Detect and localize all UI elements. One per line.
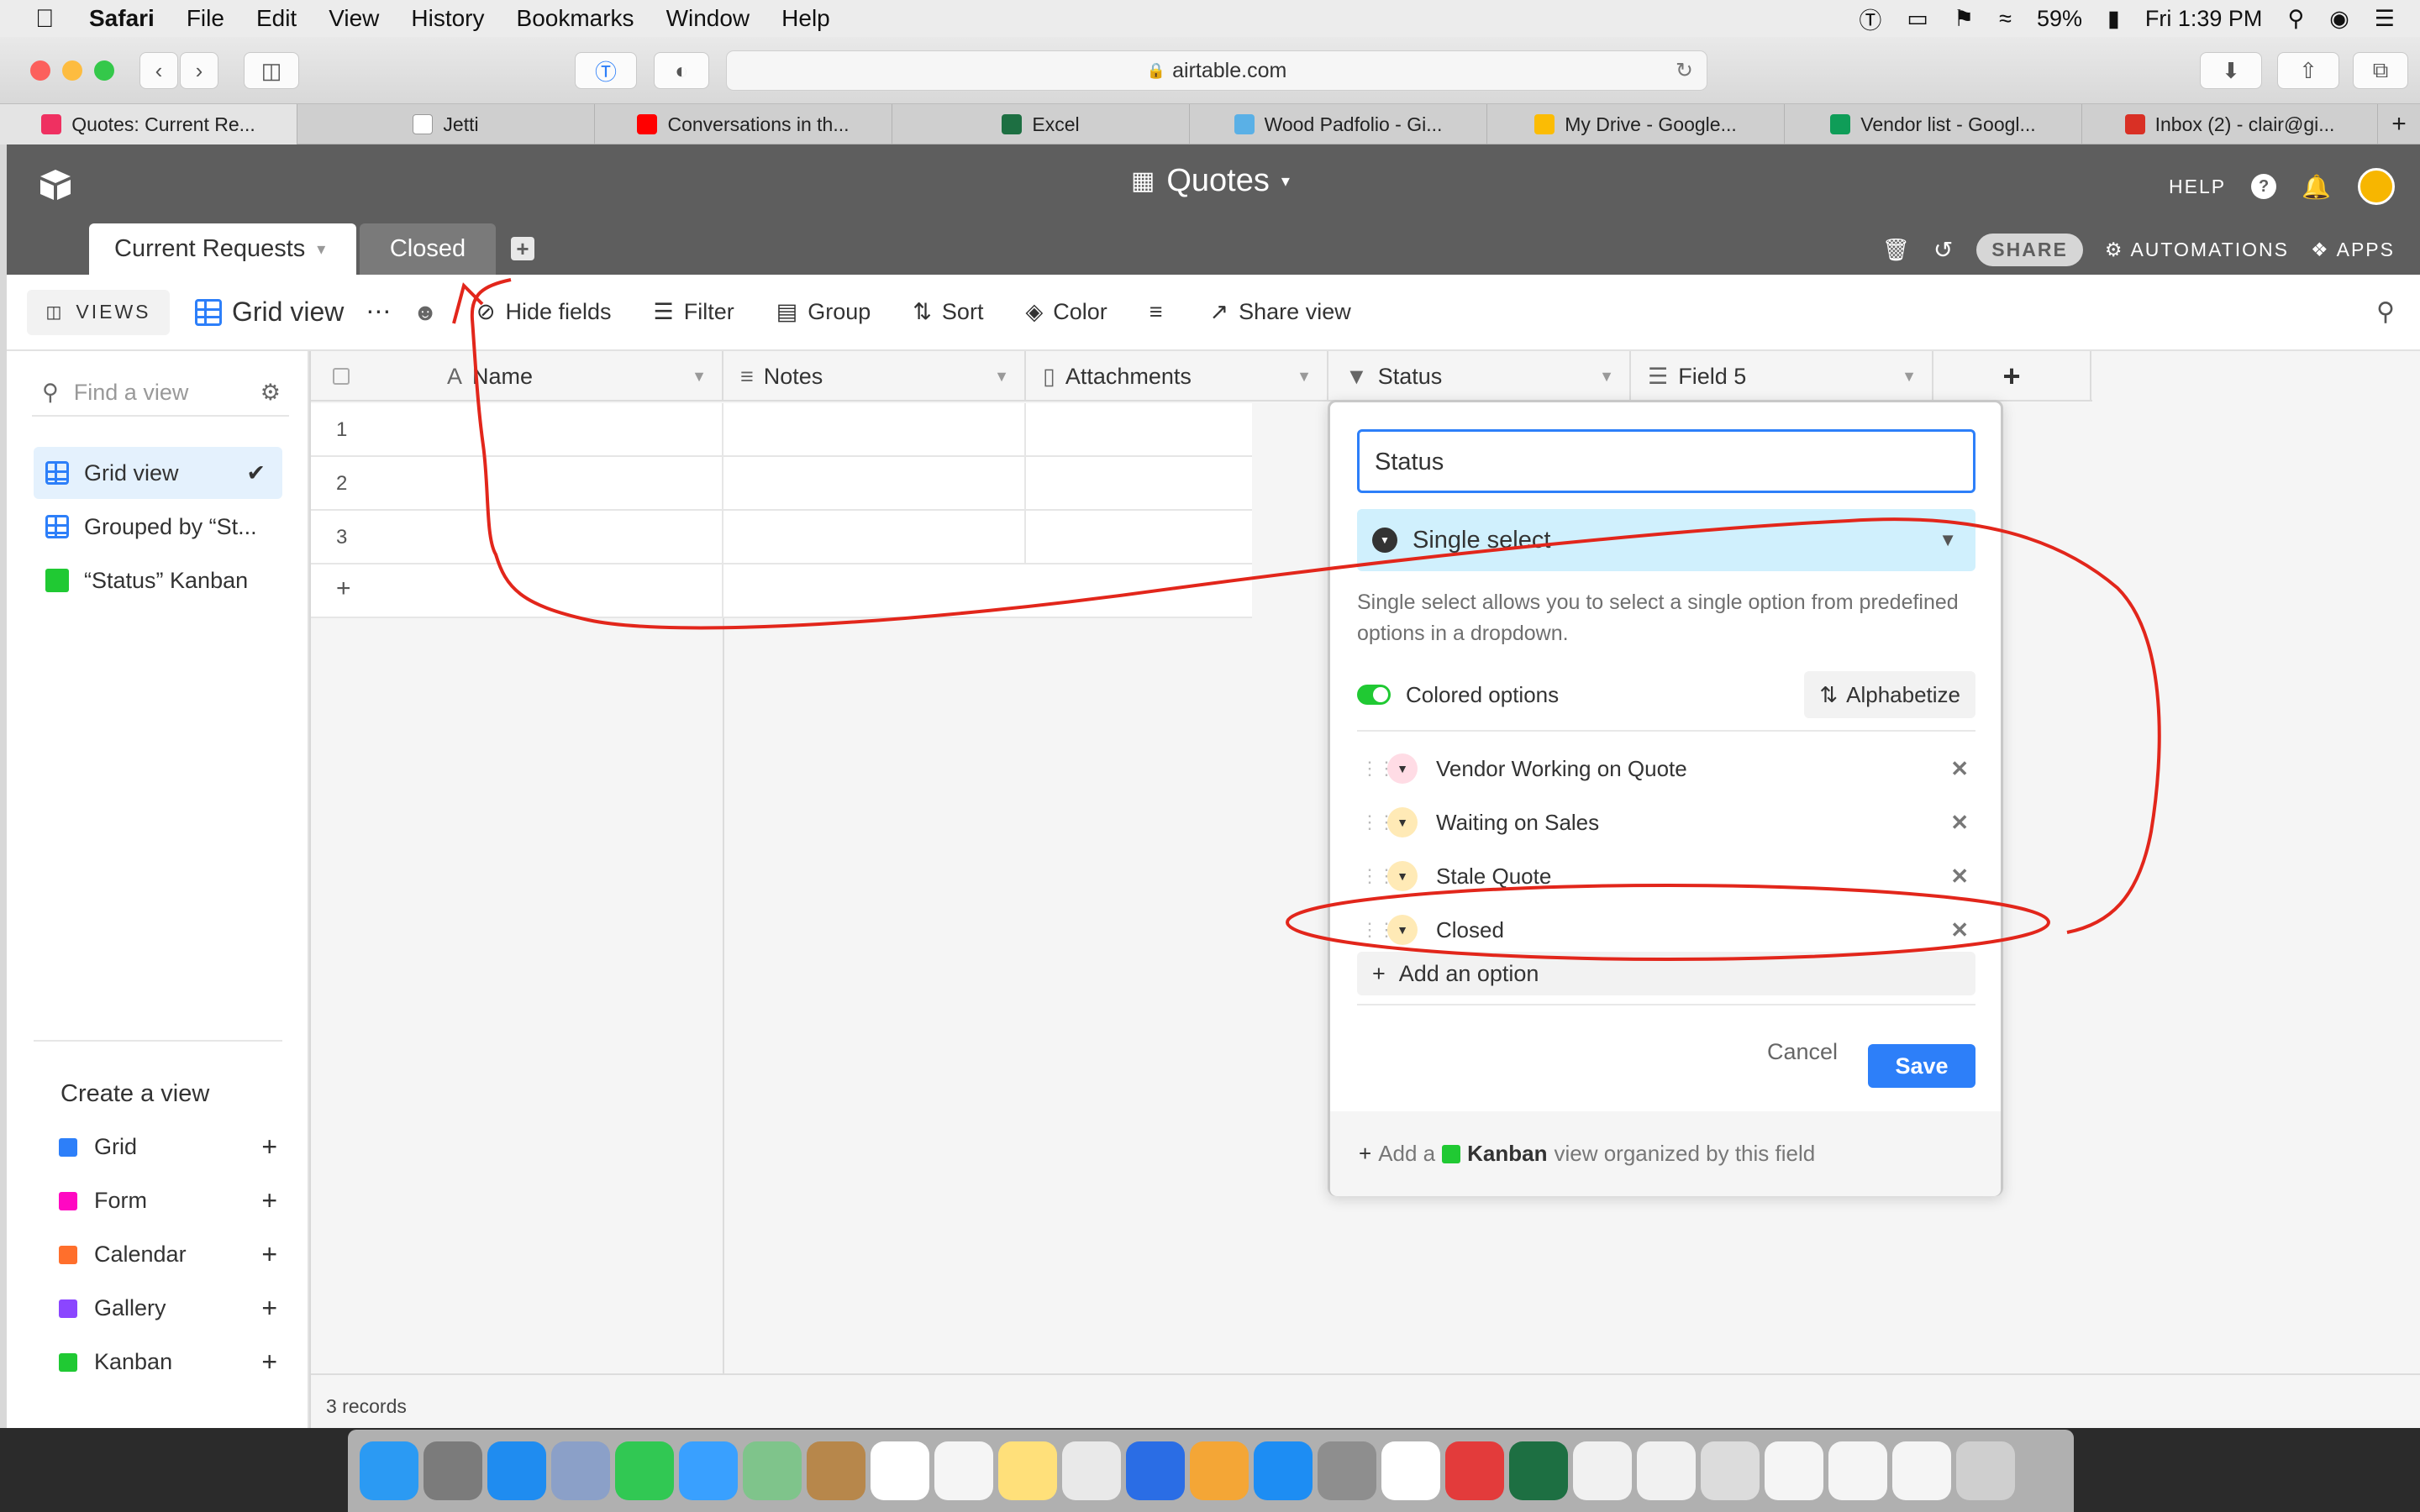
annotation-arrow-path — [470, 278, 2161, 934]
annotation-overlay — [452, 278, 2161, 961]
annotation-arrow-head — [452, 282, 484, 324]
annotation-ellipse — [1286, 884, 2050, 961]
